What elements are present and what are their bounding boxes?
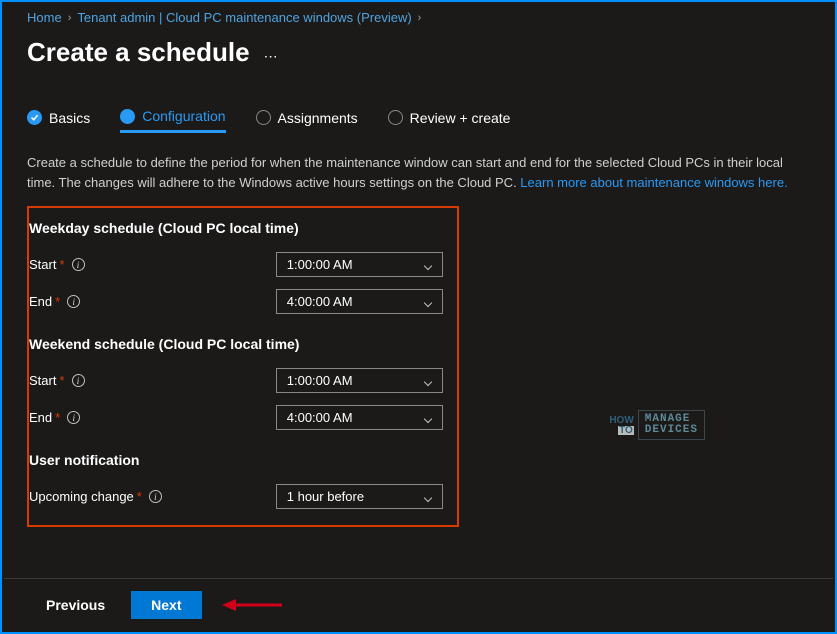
tab-configuration[interactable]: Configuration — [120, 108, 225, 133]
tab-review-label: Review + create — [410, 110, 511, 126]
weekday-schedule-heading: Weekday schedule (Cloud PC local time) — [29, 220, 443, 236]
weekend-start-value: 1:00:00 AM — [287, 373, 353, 388]
weekday-end-dropdown[interactable]: 4:00:00 AM — [276, 289, 443, 314]
empty-circle-icon — [388, 110, 403, 125]
more-actions-icon[interactable]: ⋯ — [264, 40, 280, 65]
required-indicator: * — [59, 257, 64, 272]
weekday-start-label: Start * i — [29, 257, 276, 272]
chevron-right-icon: › — [68, 12, 72, 24]
weekday-end-label: End * i — [29, 294, 276, 309]
previous-button[interactable]: Previous — [42, 591, 109, 619]
tab-assignments[interactable]: Assignments — [256, 108, 358, 133]
upcoming-change-dropdown[interactable]: 1 hour before — [276, 484, 443, 509]
annotation-arrow-icon — [222, 596, 282, 614]
info-icon[interactable]: i — [72, 374, 85, 387]
weekend-schedule-heading: Weekend schedule (Cloud PC local time) — [29, 336, 443, 352]
weekend-start-label: Start * i — [29, 373, 276, 388]
breadcrumb: Home › Tenant admin | Cloud PC maintenan… — [27, 8, 815, 25]
empty-circle-icon — [256, 110, 271, 125]
tab-configuration-label: Configuration — [142, 108, 225, 124]
info-icon[interactable]: i — [72, 258, 85, 271]
tab-assignments-label: Assignments — [278, 110, 358, 126]
info-icon[interactable]: i — [67, 411, 80, 424]
required-indicator: * — [55, 410, 60, 425]
tab-review-create[interactable]: Review + create — [388, 108, 511, 133]
required-indicator: * — [137, 489, 142, 504]
breadcrumb-home[interactable]: Home — [27, 10, 62, 25]
weekday-end-value: 4:00:00 AM — [287, 294, 353, 309]
upcoming-change-label: Upcoming change * i — [29, 489, 276, 504]
chevron-right-icon: › — [418, 12, 422, 24]
tab-basics-label: Basics — [49, 110, 90, 126]
current-step-icon — [120, 109, 135, 124]
info-icon[interactable]: i — [149, 490, 162, 503]
learn-more-link[interactable]: Learn more about maintenance windows her… — [520, 175, 787, 190]
weekend-start-dropdown[interactable]: 1:00:00 AM — [276, 368, 443, 393]
user-notification-heading: User notification — [29, 452, 443, 468]
required-indicator: * — [55, 294, 60, 309]
next-button[interactable]: Next — [131, 591, 201, 619]
page-title: Create a schedule — [27, 37, 250, 68]
required-indicator: * — [59, 373, 64, 388]
breadcrumb-tenant-admin[interactable]: Tenant admin | Cloud PC maintenance wind… — [77, 10, 411, 25]
info-icon[interactable]: i — [67, 295, 80, 308]
wizard-tabs: Basics Configuration Assignments Review … — [27, 108, 815, 133]
tab-basics[interactable]: Basics — [27, 108, 90, 133]
weekday-start-dropdown[interactable]: 1:00:00 AM — [276, 252, 443, 277]
upcoming-change-value: 1 hour before — [287, 489, 364, 504]
check-circle-icon — [27, 110, 42, 125]
weekday-start-value: 1:00:00 AM — [287, 257, 353, 272]
weekend-end-dropdown[interactable]: 4:00:00 AM — [276, 405, 443, 430]
weekend-end-label: End * i — [29, 410, 276, 425]
wizard-footer: Previous Next — [4, 578, 833, 630]
description-text: Create a schedule to define the period f… — [27, 153, 797, 192]
schedule-form-highlight: Weekday schedule (Cloud PC local time) S… — [27, 206, 459, 527]
weekend-end-value: 4:00:00 AM — [287, 410, 353, 425]
